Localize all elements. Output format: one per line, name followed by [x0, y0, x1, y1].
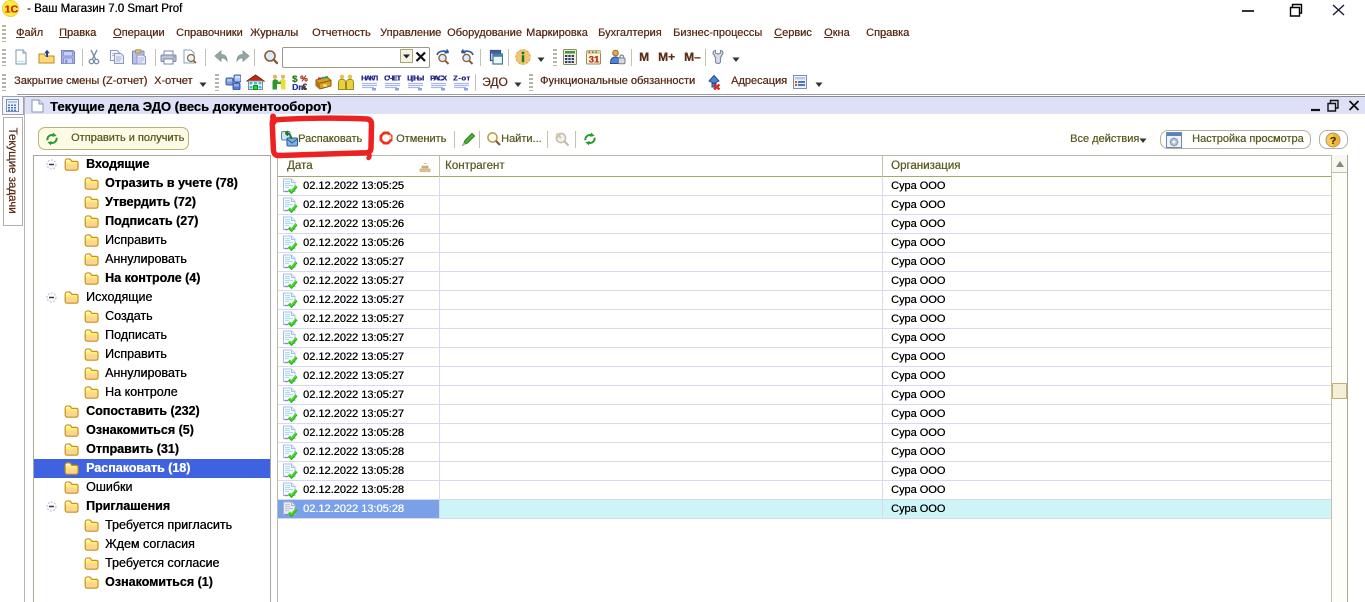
svg-text:1С: 1С: [5, 4, 19, 16]
svg-text:€: €: [302, 82, 307, 90]
svg-text:31: 31: [589, 55, 600, 66]
svg-text:СЧЕТ: СЧЕТ: [384, 74, 401, 83]
svg-text:Z-от: Z-от: [453, 74, 470, 83]
svg-text:НАКЛ: НАКЛ: [361, 74, 378, 83]
svg-text:РАСХ: РАСХ: [430, 74, 447, 83]
svg-text:ЦЕНЫ: ЦЕНЫ: [407, 74, 424, 83]
svg-text:?: ?: [1330, 135, 1336, 147]
